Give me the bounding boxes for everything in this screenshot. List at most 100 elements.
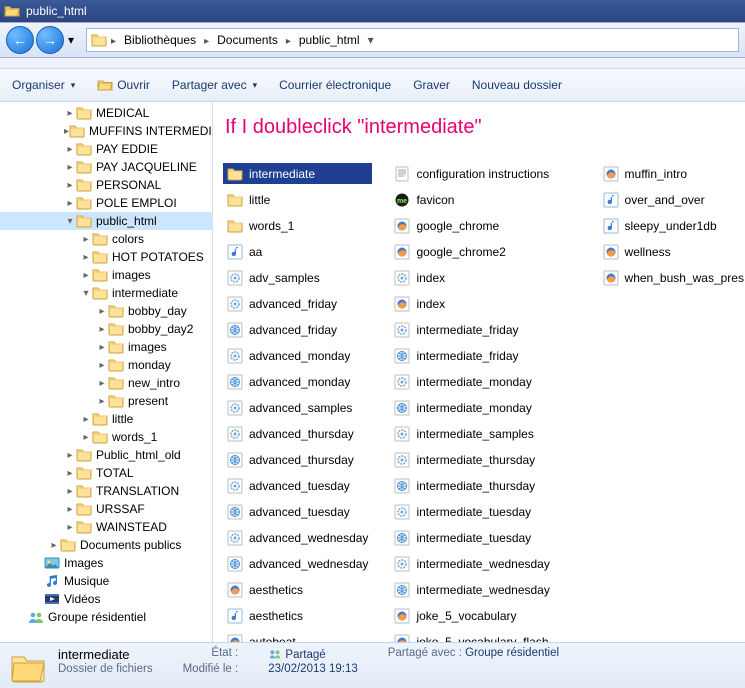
file-item[interactable]: muffin_intro — [599, 163, 745, 184]
file-item[interactable]: joke_5_vocabulary_flash — [390, 631, 580, 642]
file-item[interactable]: intermediate_monday — [390, 371, 580, 392]
organize-button[interactable]: Organiser — [8, 76, 79, 94]
file-item[interactable]: intermediate_wednesday — [390, 579, 580, 600]
file-item[interactable]: google_chrome2 — [390, 241, 580, 262]
file-item[interactable]: advanced_monday — [223, 345, 372, 366]
tree-item[interactable]: ▸PERSONAL — [0, 176, 212, 194]
expand-toggle[interactable]: ▸ — [80, 234, 92, 245]
tree-item[interactable]: ▸PAY JACQUELINE — [0, 158, 212, 176]
new-folder-button[interactable]: Nouveau dossier — [468, 76, 566, 94]
file-item[interactable]: sleepy_under1db — [599, 215, 745, 236]
history-dropdown[interactable]: ▾ — [64, 27, 78, 53]
file-item[interactable]: intermediate_tuesday — [390, 501, 580, 522]
file-item[interactable]: intermediate_wednesday — [390, 553, 580, 574]
content-pane[interactable]: If I doubleclick "intermediate" intermed… — [213, 102, 745, 642]
expand-toggle[interactable]: ▸ — [64, 468, 76, 479]
expand-toggle[interactable]: ▸ — [64, 162, 76, 173]
expand-toggle[interactable]: ▸ — [96, 306, 108, 317]
expand-toggle[interactable]: ▸ — [96, 360, 108, 371]
crumb-2[interactable]: public_html — [295, 31, 364, 49]
file-item[interactable]: adv_samples — [223, 267, 372, 288]
file-item[interactable]: when_bush_was_pres — [599, 267, 745, 288]
burn-button[interactable]: Graver — [409, 76, 454, 94]
file-item[interactable]: intermediate_thursday — [390, 449, 580, 470]
tree-item[interactable]: ▸URSSAF — [0, 500, 212, 518]
file-item[interactable]: intermediate — [223, 163, 372, 184]
tree-item[interactable]: ▸images — [0, 338, 212, 356]
expand-toggle[interactable]: ▸ — [64, 180, 76, 191]
expand-toggle[interactable]: ▸ — [64, 108, 76, 119]
expand-toggle[interactable]: ▸ — [64, 522, 76, 533]
tree-item[interactable]: ▸PAY EDDIE — [0, 140, 212, 158]
expand-toggle[interactable]: ▾ — [64, 216, 76, 227]
file-item[interactable]: advanced_thursday — [223, 449, 372, 470]
tree-item[interactable]: ▸bobby_day2 — [0, 320, 212, 338]
expand-toggle[interactable]: ▸ — [96, 342, 108, 353]
expand-toggle[interactable]: ▸ — [64, 198, 76, 209]
file-item[interactable]: advanced_friday — [223, 319, 372, 340]
tree-item[interactable]: ▸POLE EMPLOI — [0, 194, 212, 212]
file-item[interactable]: advanced_thursday — [223, 423, 372, 444]
tree-item[interactable]: ▸MEDICAL — [0, 104, 212, 122]
share-with-button[interactable]: Partager avec — [168, 76, 261, 94]
file-item[interactable]: intermediate_tuesday — [390, 527, 580, 548]
file-item[interactable]: intermediate_friday — [390, 345, 580, 366]
tree-item[interactable]: ▸present — [0, 392, 212, 410]
tree-item[interactable]: ▸Public_html_old — [0, 446, 212, 464]
back-button[interactable]: ← — [6, 26, 34, 54]
expand-toggle[interactable]: ▸ — [64, 450, 76, 461]
file-item[interactable]: intermediate_samples — [390, 423, 580, 444]
crumb-tail-arrow[interactable]: ▾ — [366, 33, 376, 47]
file-item[interactable]: autobeat — [223, 631, 372, 642]
tree-item[interactable]: ▸TOTAL — [0, 464, 212, 482]
expand-toggle[interactable]: ▸ — [96, 378, 108, 389]
file-item[interactable]: intermediate_friday — [390, 319, 580, 340]
expand-toggle[interactable]: ▸ — [96, 396, 108, 407]
file-item[interactable]: over_and_over — [599, 189, 745, 210]
open-button[interactable]: Ouvrir — [93, 75, 154, 95]
tree-item[interactable]: Vidéos — [0, 590, 212, 608]
tree-item[interactable]: ▾public_html — [0, 212, 212, 230]
file-item[interactable]: intermediate_monday — [390, 397, 580, 418]
expand-toggle[interactable]: ▸ — [80, 270, 92, 281]
breadcrumb[interactable]: Bibliothèques Documents public_html ▾ — [86, 28, 739, 52]
file-item[interactable]: favicon — [390, 189, 580, 210]
file-item[interactable]: index — [390, 293, 580, 314]
file-item[interactable]: advanced_monday — [223, 371, 372, 392]
tree-item[interactable]: ▸WAINSTEAD — [0, 518, 212, 536]
tree-item[interactable]: ▸Documents publics — [0, 536, 212, 554]
folder-tree[interactable]: ▸MEDICAL▸MUFFINS INTERMEDIATI▸PAY EDDIE▸… — [0, 102, 213, 642]
expand-toggle[interactable]: ▸ — [64, 144, 76, 155]
tree-item[interactable]: ▸colors — [0, 230, 212, 248]
file-item[interactable]: joke_5_vocabulary — [390, 605, 580, 626]
tree-item[interactable]: ▸new_intro — [0, 374, 212, 392]
file-item[interactable]: little — [223, 189, 372, 210]
expand-toggle[interactable]: ▸ — [64, 504, 76, 515]
expand-toggle[interactable]: ▸ — [80, 414, 92, 425]
file-item[interactable]: intermediate_thursday — [390, 475, 580, 496]
expand-toggle[interactable]: ▾ — [80, 288, 92, 299]
file-item[interactable]: index — [390, 267, 580, 288]
tree-item[interactable]: ▸little — [0, 410, 212, 428]
tree-item[interactable]: ▸MUFFINS INTERMEDIATI — [0, 122, 212, 140]
file-item[interactable]: advanced_samples — [223, 397, 372, 418]
tree-item[interactable]: Musique — [0, 572, 212, 590]
expand-toggle[interactable]: ▸ — [80, 252, 92, 263]
file-item[interactable]: aesthetics — [223, 579, 372, 600]
file-item[interactable]: aa — [223, 241, 372, 262]
tree-item[interactable]: Groupe résidentiel — [0, 608, 212, 626]
email-button[interactable]: Courrier électronique — [275, 76, 395, 94]
file-item[interactable]: advanced_tuesday — [223, 501, 372, 522]
tree-item[interactable]: ▸HOT POTATOES — [0, 248, 212, 266]
expand-toggle[interactable]: ▸ — [64, 486, 76, 497]
file-item[interactable]: advanced_tuesday — [223, 475, 372, 496]
tree-item[interactable]: ▸bobby_day — [0, 302, 212, 320]
file-item[interactable]: advanced_wednesday — [223, 527, 372, 548]
tree-item[interactable]: ▸words_1 — [0, 428, 212, 446]
forward-button[interactable]: → — [36, 26, 64, 54]
expand-toggle[interactable]: ▸ — [48, 540, 60, 551]
expand-toggle[interactable]: ▸ — [80, 432, 92, 443]
file-item[interactable]: wellness — [599, 241, 745, 262]
expand-toggle[interactable]: ▸ — [96, 324, 108, 335]
tree-item[interactable]: ▾intermediate — [0, 284, 212, 302]
